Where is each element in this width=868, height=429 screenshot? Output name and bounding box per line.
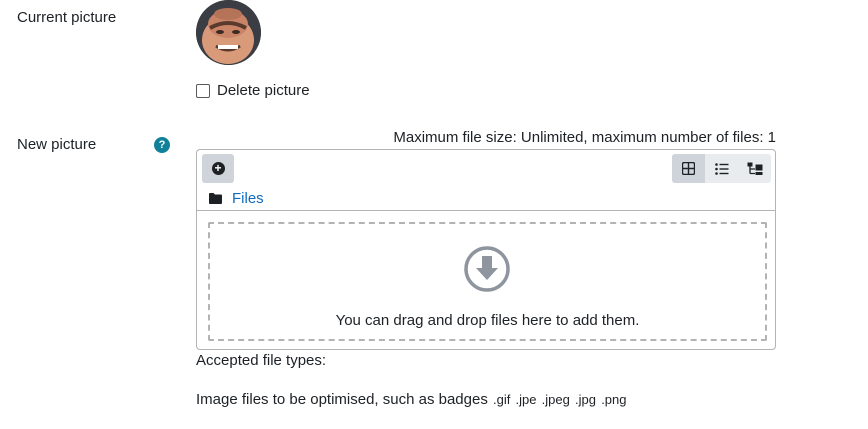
extension-item: .gif: [493, 392, 511, 407]
view-toggle-group: [672, 154, 771, 183]
extension-item: .png: [601, 392, 627, 407]
current-picture-label: Current picture: [17, 9, 117, 26]
help-icon[interactable]: ?: [154, 137, 170, 153]
delete-picture-row[interactable]: Delete picture: [196, 82, 310, 99]
accepted-file-types-list: Image files to be optimised, such as bad…: [196, 391, 627, 408]
add-icon: +: [211, 162, 225, 175]
list-view-button[interactable]: [705, 154, 738, 183]
extension-item: .jpeg: [541, 392, 570, 407]
accepted-file-types-heading: Accepted file types:: [196, 352, 327, 369]
avatar-image: [196, 0, 261, 65]
new-picture-label: New picture: [17, 136, 97, 153]
breadcrumb: Files: [209, 190, 264, 207]
drop-zone[interactable]: You can drag and drop files here to add …: [208, 222, 767, 341]
extension-item: .jpe: [515, 392, 537, 407]
grid-view-button[interactable]: [672, 154, 705, 183]
tree-view-button[interactable]: [738, 154, 771, 183]
avatar: [196, 0, 261, 65]
max-file-size-text: Maximum file size: Unlimited, maximum nu…: [393, 129, 776, 146]
add-file-button[interactable]: +: [202, 154, 234, 183]
grid-view-icon: [682, 162, 695, 175]
accepted-description: Image files to be optimised, such as bad…: [196, 391, 488, 408]
file-manager: + Files You can drag and drop files here…: [196, 149, 776, 350]
files-path-link[interactable]: Files: [232, 190, 264, 207]
folder-icon: [209, 193, 222, 204]
download-arrow-icon: [464, 246, 510, 292]
list-view-icon: [714, 162, 728, 175]
delete-picture-checkbox[interactable]: [196, 83, 210, 98]
delete-picture-label[interactable]: Delete picture: [217, 82, 310, 99]
drop-zone-text: You can drag and drop files here to add …: [335, 312, 640, 329]
divider: [197, 210, 775, 211]
extension-item: .jpg: [575, 392, 597, 407]
tree-view-icon: [747, 162, 762, 175]
